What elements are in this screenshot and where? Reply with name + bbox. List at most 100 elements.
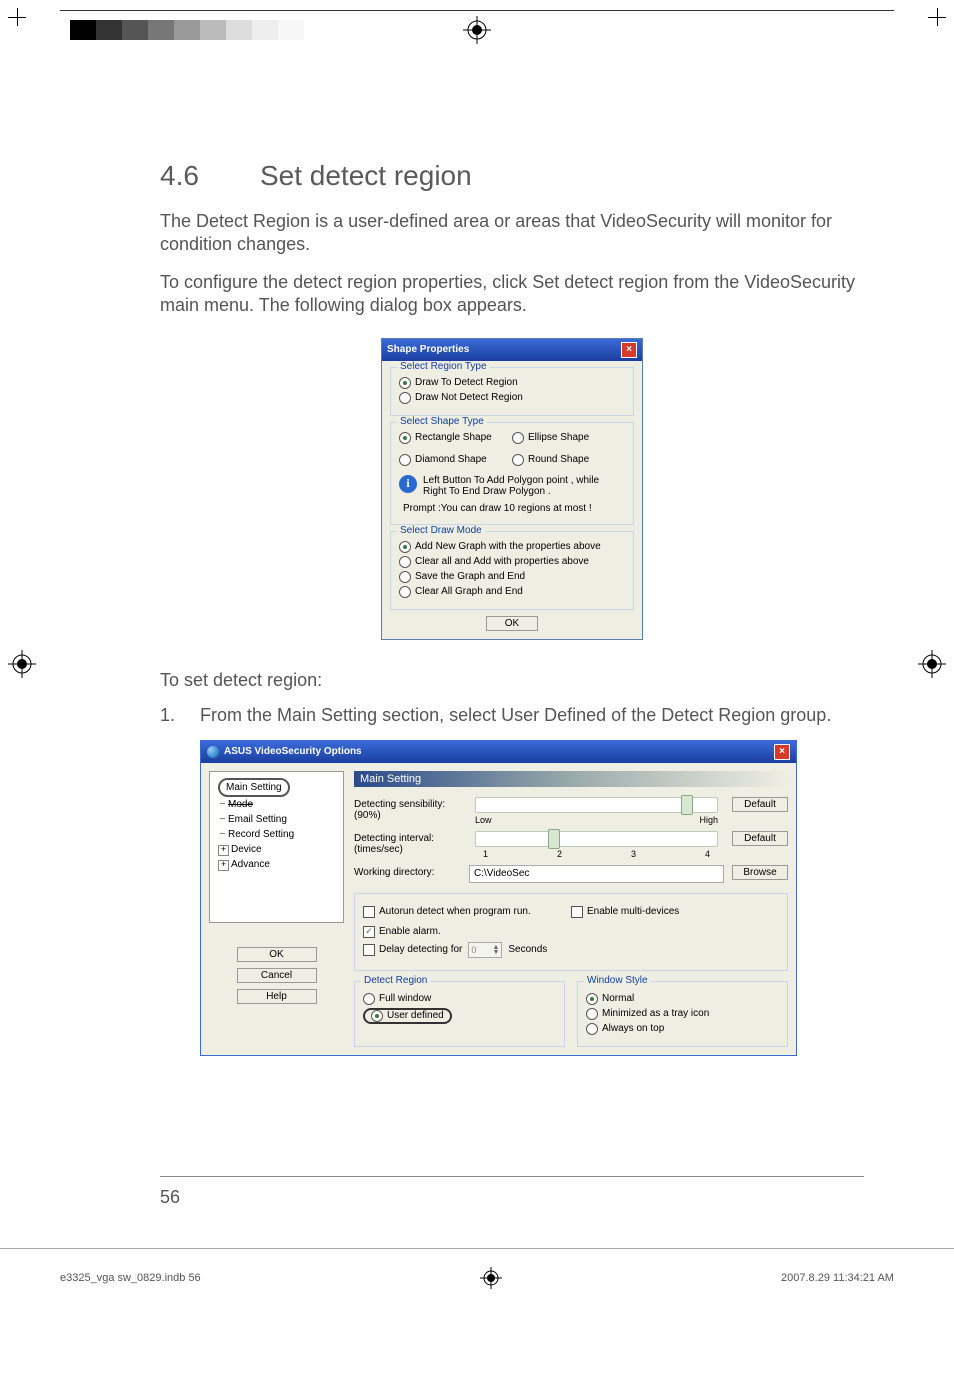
workdir-input[interactable]: [469, 865, 724, 883]
dialog-titlebar[interactable]: Shape Properties ×: [382, 339, 642, 361]
radio-icon: [399, 541, 411, 553]
tree-advance[interactable]: +Advance: [214, 857, 339, 872]
draw-mode-group: Select Draw Mode Add New Graph with the …: [390, 531, 634, 610]
default-button[interactable]: Default: [732, 797, 788, 812]
radio-rectangle[interactable]: Rectangle Shape: [399, 432, 512, 444]
group-legend: Select Draw Mode: [397, 525, 485, 536]
autorun-checkbox[interactable]: Autorun detect when program run.: [363, 906, 571, 918]
close-icon[interactable]: ×: [621, 342, 637, 358]
ok-button[interactable]: OK: [486, 616, 538, 631]
crop-mark-icon: [8, 8, 26, 26]
tree-mode[interactable]: Mode: [214, 797, 339, 812]
shape-properties-dialog: Shape Properties × Select Region Type Dr…: [381, 338, 643, 640]
enable-alarm-checkbox[interactable]: Enable alarm.: [363, 926, 779, 938]
radio-icon: [399, 556, 411, 568]
radio-icon: [363, 993, 375, 1005]
app-icon: [207, 746, 219, 758]
radio-normal[interactable]: Normal: [586, 993, 779, 1005]
delay-detecting-checkbox[interactable]: Delay detecting for 0▲▼ Seconds: [363, 942, 779, 958]
panel-title: Main Setting: [354, 771, 788, 787]
nav-tree[interactable]: Main Setting Mode Email Setting Record S…: [209, 771, 344, 923]
radio-add-new[interactable]: Add New Graph with the properties above: [399, 541, 625, 553]
dialog-title: Shape Properties: [387, 344, 469, 355]
paragraph: To configure the detect region propertie…: [160, 271, 864, 318]
expand-icon[interactable]: +: [218, 845, 229, 856]
radio-round[interactable]: Round Shape: [512, 454, 625, 466]
prompt-text: Prompt :You can draw 10 regions at most …: [403, 503, 625, 514]
radio-icon: [399, 586, 411, 598]
interval-slider[interactable]: [475, 831, 718, 847]
radio-full-window[interactable]: Full window: [363, 993, 556, 1005]
tree-record-setting[interactable]: Record Setting: [214, 827, 339, 842]
step-intro: To set detect region:: [160, 670, 864, 691]
section-heading: 4.6Set detect region: [160, 160, 864, 192]
radio-always-top[interactable]: Always on top: [586, 1023, 779, 1035]
cancel-button[interactable]: Cancel: [237, 968, 317, 983]
section-number: 4.6: [160, 160, 260, 192]
options-box: Autorun detect when program run. Enable …: [354, 893, 788, 971]
expand-icon[interactable]: +: [218, 860, 229, 871]
close-icon[interactable]: ×: [774, 744, 790, 760]
radio-user-defined[interactable]: User defined: [363, 1008, 556, 1024]
radio-icon: [399, 377, 411, 389]
checkbox-icon: [571, 906, 583, 918]
radio-icon: [586, 1023, 598, 1035]
checkbox-icon: [363, 906, 375, 918]
info-text: Left Button To Add Polygon point , while…: [423, 475, 625, 497]
step-number: 1.: [160, 705, 200, 726]
videosecurity-options-dialog: ASUS VideoSecurity Options × Main Settin…: [200, 740, 797, 1056]
multi-devices-checkbox[interactable]: Enable multi-devices: [571, 906, 779, 918]
registration-mark-icon: [463, 16, 491, 44]
radio-diamond[interactable]: Diamond Shape: [399, 454, 512, 466]
radio-icon: [399, 571, 411, 583]
radio-clear-add[interactable]: Clear all and Add with properties above: [399, 556, 625, 568]
section-title: Set detect region: [260, 160, 472, 191]
region-type-group: Select Region Type Draw To Detect Region…: [390, 367, 634, 416]
spinner-arrows-icon[interactable]: ▲▼: [492, 945, 499, 955]
tree-email-setting[interactable]: Email Setting: [214, 812, 339, 827]
registration-mark-icon: [8, 650, 36, 678]
window-style-group: Window Style Normal Minimized as a tray …: [577, 981, 788, 1047]
radio-tray[interactable]: Minimized as a tray icon: [586, 1008, 779, 1020]
browse-button[interactable]: Browse: [732, 865, 788, 880]
print-footer: e3325_vga sw_0829.indb 56 2007.8.29 11:3…: [0, 1248, 954, 1299]
dialog-title: ASUS VideoSecurity Options: [224, 746, 362, 757]
default-button[interactable]: Default: [732, 831, 788, 846]
paragraph: The Detect Region is a user-defined area…: [160, 210, 864, 257]
slider-thumb-icon[interactable]: [548, 829, 560, 849]
radio-draw-not-detect[interactable]: Draw Not Detect Region: [399, 392, 625, 404]
radio-icon: [512, 432, 524, 444]
tree-device[interactable]: +Device: [214, 842, 339, 857]
ok-button[interactable]: OK: [237, 947, 317, 962]
radio-icon: [371, 1010, 383, 1022]
radio-ellipse[interactable]: Ellipse Shape: [512, 432, 625, 444]
page-content: 4.6Set detect region The Detect Region i…: [0, 60, 954, 1096]
main-setting-panel: Main Setting Detecting sensibility: (90%…: [354, 771, 788, 1047]
dialog-titlebar[interactable]: ASUS VideoSecurity Options ×: [201, 741, 796, 763]
interval-label: Detecting interval:: [354, 833, 469, 844]
radio-clear-end[interactable]: Clear All Graph and End: [399, 586, 625, 598]
radio-draw-detect[interactable]: Draw To Detect Region: [399, 377, 625, 389]
info-icon: i: [399, 475, 417, 493]
interval-unit: (times/sec): [354, 844, 469, 855]
shape-type-group: Select Shape Type Rectangle Shape Ellips…: [390, 422, 634, 525]
sensibility-value: (90%): [354, 810, 469, 821]
radio-icon: [512, 454, 524, 466]
tree-main-setting[interactable]: Main Setting: [218, 778, 290, 797]
sensibility-slider[interactable]: [475, 797, 718, 813]
help-button[interactable]: Help: [237, 989, 317, 1004]
radio-icon: [399, 392, 411, 404]
slider-thumb-icon[interactable]: [681, 795, 693, 815]
crop-mark-icon: [928, 8, 946, 26]
workdir-label: Working directory:: [354, 865, 469, 878]
radio-save-end[interactable]: Save the Graph and End: [399, 571, 625, 583]
grayscale-bar: [70, 20, 304, 40]
radio-icon: [586, 993, 598, 1005]
page-number: 56: [160, 1187, 954, 1208]
checkbox-icon: [363, 944, 375, 956]
footer-timestamp: 2007.8.29 11:34:21 AM: [781, 1272, 894, 1284]
radio-icon: [399, 432, 411, 444]
delay-spinner[interactable]: 0▲▼: [468, 942, 502, 958]
checkbox-icon: [363, 926, 375, 938]
group-legend: Select Shape Type: [397, 416, 487, 427]
